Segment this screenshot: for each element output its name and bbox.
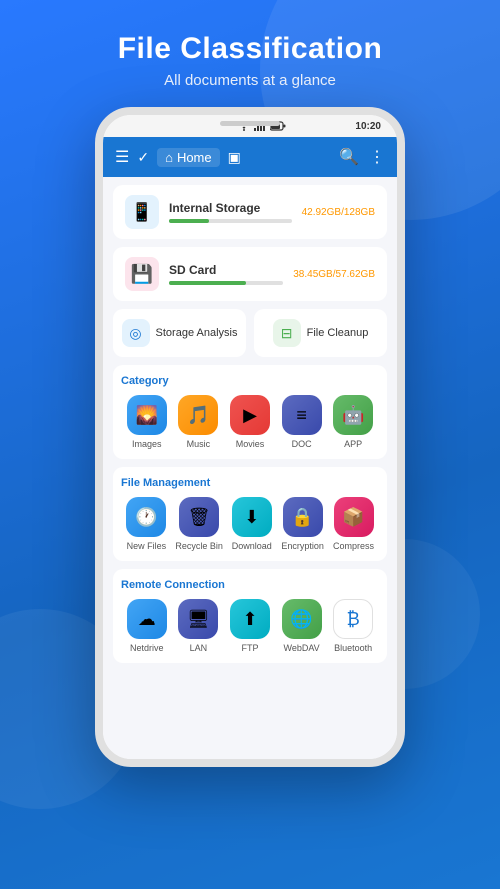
file-cleanup-icon: ⊟ [273, 319, 301, 347]
category-section: Category 🌄 Images 🎵 Music ▶ Movies ≡ DOC 🤖 APP [113, 365, 387, 459]
internal-storage-bar-wrap [169, 219, 292, 223]
search-icon[interactable]: 🔍 [339, 147, 359, 167]
sdcard-storage-name: SD Card [169, 263, 283, 277]
new-files-icon: 🕐 [126, 497, 166, 537]
storage-analysis-icon: ◎ [122, 319, 150, 347]
internal-storage-bar [169, 219, 209, 223]
netdrive-label: Netdrive [130, 643, 164, 653]
sdcard-storage-usage: 38.45GB/57.62GB [293, 269, 375, 280]
phone-content: 📱 Internal Storage 42.92GB/128GB 💾 SD Ca… [103, 177, 397, 759]
doc-icon: ≡ [282, 395, 322, 435]
category-section-title: Category [121, 375, 379, 387]
internal-storage-card[interactable]: 📱 Internal Storage 42.92GB/128GB [113, 185, 387, 239]
home-label: Home [177, 150, 212, 165]
icon-item-netdrive[interactable]: ☁ Netdrive [125, 599, 169, 653]
file-management-grid: 🕐 New Files 🗑 Recycle Bin ⬇ Download 🔒 Encrypti… [121, 497, 379, 551]
encryption-icon: 🔒 [283, 497, 323, 537]
webdav-label: WebDAV [283, 643, 319, 653]
more-options-icon[interactable]: ⋮ [369, 147, 385, 167]
encryption-label: Encryption [281, 541, 324, 551]
sdcard-storage-bar [169, 281, 246, 285]
icon-item-lan[interactable]: 🖥 LAN [176, 599, 220, 653]
icon-item-download[interactable]: ⬇ Download [230, 497, 274, 551]
compress-icon: 📦 [334, 497, 374, 537]
icon-item-recycle-bin[interactable]: 🗑 Recycle Bin [175, 497, 223, 551]
download-icon: ⬇ [232, 497, 272, 537]
recycle-bin-label: Recycle Bin [175, 541, 223, 551]
icon-item-movies[interactable]: ▶ Movies [228, 395, 272, 449]
icon-item-webdav[interactable]: 🌐 WebDAV [280, 599, 324, 653]
download-label: Download [232, 541, 272, 551]
lan-label: LAN [190, 643, 208, 653]
phone-frame: 10:20 ☰ ✓ ⌂ Home ▣ 🔍 ⋮ 📱 [95, 107, 405, 767]
images-icon: 🌄 [127, 395, 167, 435]
remote-connection-section: Remote Connection ☁ Netdrive 🖥 LAN ⬆ FTP 🌐 WebD… [113, 569, 387, 663]
header-section: File Classification All documents at a g… [0, 0, 500, 89]
sdcard-storage-bar-wrap [169, 281, 283, 285]
music-icon: 🎵 [178, 395, 218, 435]
check-icon[interactable]: ✓ [137, 149, 149, 166]
icon-item-music[interactable]: 🎵 Music [176, 395, 220, 449]
delete-icon[interactable]: ▣ [228, 149, 241, 166]
bluetooth-icon: ₿ [333, 599, 373, 639]
internal-storage-name: Internal Storage [169, 201, 292, 215]
app-icon: 🤖 [333, 395, 373, 435]
doc-label: DOC [292, 439, 312, 449]
icon-item-images[interactable]: 🌄 Images [125, 395, 169, 449]
status-time: 10:20 [355, 121, 381, 132]
images-label: Images [132, 439, 162, 449]
internal-storage-usage: 42.92GB/128GB [302, 207, 375, 218]
ftp-icon: ⬆ [230, 599, 270, 639]
icon-item-app[interactable]: 🤖 APP [331, 395, 375, 449]
storage-analysis-label: Storage Analysis [156, 327, 238, 339]
file-cleanup-button[interactable]: ⊟ File Cleanup [254, 309, 387, 357]
new-files-label: New Files [127, 541, 167, 551]
remote-connection-section-title: Remote Connection [121, 579, 379, 591]
netdrive-icon: ☁ [127, 599, 167, 639]
webdav-icon: 🌐 [282, 599, 322, 639]
internal-storage-icon: 📱 [125, 195, 159, 229]
phone-wrapper: 10:20 ☰ ✓ ⌂ Home ▣ 🔍 ⋮ 📱 [0, 107, 500, 767]
movies-icon: ▶ [230, 395, 270, 435]
page-title: File Classification [0, 32, 500, 66]
file-management-section-title: File Management [121, 477, 379, 489]
file-management-section: File Management 🕐 New Files 🗑 Recycle Bin ⬇ D… [113, 467, 387, 561]
hamburger-icon[interactable]: ☰ [115, 147, 129, 167]
remote-connection-grid: ☁ Netdrive 🖥 LAN ⬆ FTP 🌐 WebDAV ₿ Bluetooth [121, 599, 379, 653]
internal-storage-info: Internal Storage [169, 201, 292, 223]
recycle-bin-icon: 🗑 [179, 497, 219, 537]
sdcard-storage-icon: 💾 [125, 257, 159, 291]
app-label: APP [344, 439, 362, 449]
icon-item-doc[interactable]: ≡ DOC [280, 395, 324, 449]
page-subtitle: All documents at a glance [0, 72, 500, 89]
notch-bar [220, 121, 280, 126]
file-cleanup-label: File Cleanup [307, 327, 369, 339]
home-nav[interactable]: ⌂ Home [157, 148, 220, 167]
app-bar-right: 🔍 ⋮ [339, 147, 385, 167]
category-grid: 🌄 Images 🎵 Music ▶ Movies ≡ DOC 🤖 APP [121, 395, 379, 449]
bluetooth-label: Bluetooth [334, 643, 372, 653]
icon-item-bluetooth[interactable]: ₿ Bluetooth [331, 599, 375, 653]
storage-analysis-button[interactable]: ◎ Storage Analysis [113, 309, 246, 357]
app-bar: ☰ ✓ ⌂ Home ▣ 🔍 ⋮ [103, 137, 397, 177]
icon-item-encryption[interactable]: 🔒 Encryption [281, 497, 325, 551]
home-icon: ⌂ [165, 150, 173, 165]
lan-icon: 🖥 [178, 599, 218, 639]
music-label: Music [187, 439, 211, 449]
icon-item-compress[interactable]: 📦 Compress [332, 497, 376, 551]
quick-actions: ◎ Storage Analysis ⊟ File Cleanup [113, 309, 387, 357]
movies-label: Movies [236, 439, 265, 449]
sdcard-storage-card[interactable]: 💾 SD Card 38.45GB/57.62GB [113, 247, 387, 301]
status-bar: 10:20 [103, 115, 397, 137]
icon-item-new-files[interactable]: 🕐 New Files [124, 497, 168, 551]
sdcard-storage-info: SD Card [169, 263, 283, 285]
app-bar-left: ☰ ✓ ⌂ Home ▣ [115, 147, 331, 167]
compress-label: Compress [333, 541, 374, 551]
icon-item-ftp[interactable]: ⬆ FTP [228, 599, 272, 653]
ftp-label: FTP [241, 643, 258, 653]
